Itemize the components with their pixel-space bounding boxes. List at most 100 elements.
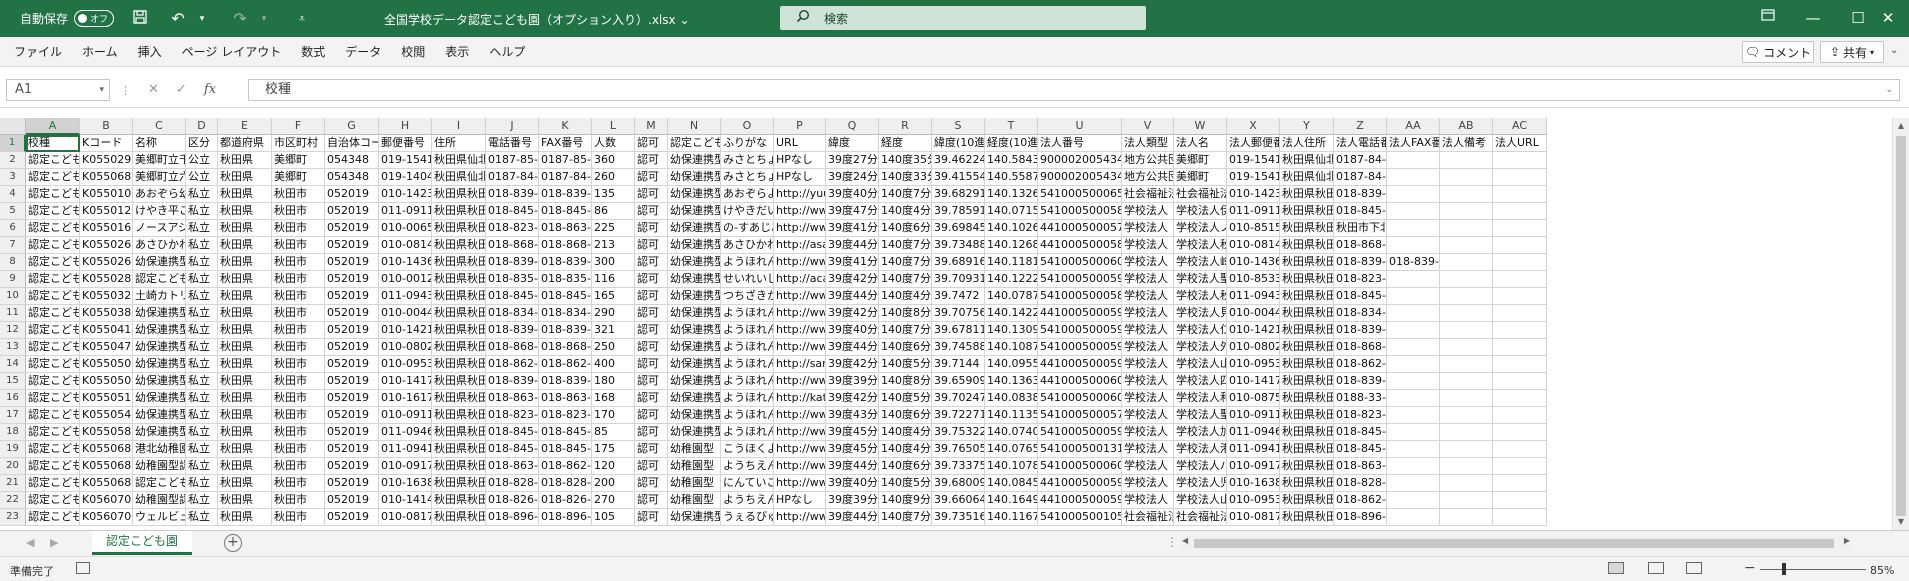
cell[interactable]: 010-1417 <box>1227 373 1280 390</box>
cell[interactable]: 39度41分20 <box>826 254 879 271</box>
cell[interactable]: 秋田県 <box>218 305 272 322</box>
cell[interactable]: 39度45分54 <box>826 441 879 458</box>
cell[interactable]: 区分 <box>186 135 218 152</box>
cell[interactable]: 018-896-6277 <box>486 509 539 526</box>
cell[interactable]: 私立 <box>186 305 218 322</box>
cell[interactable]: 私立 <box>186 220 218 237</box>
cell[interactable] <box>1440 220 1493 237</box>
cell[interactable]: 4410005000594 <box>1038 492 1122 509</box>
cell[interactable]: 86 <box>592 203 635 220</box>
menu-item[interactable]: 数式 <box>301 43 325 60</box>
cell[interactable]: 120 <box>592 458 635 475</box>
cell[interactable]: 010-0012 <box>379 271 432 288</box>
column-header[interactable]: X <box>1227 118 1280 135</box>
cell[interactable]: 学校法人外 <box>1174 339 1227 356</box>
cell[interactable]: 5410005000581 <box>1038 288 1122 305</box>
customize-icon[interactable]: ⩡ <box>290 12 314 26</box>
cell[interactable]: 39.41554167 <box>932 169 985 186</box>
cell[interactable]: 秋田県 <box>218 169 272 186</box>
cell[interactable]: 幼保連携型 <box>668 271 721 288</box>
cell[interactable]: K05501613 <box>80 220 133 237</box>
cell[interactable]: 010-1617 <box>379 390 432 407</box>
cell[interactable]: 学校法人 <box>1122 492 1174 509</box>
cell[interactable]: 010-8515 <box>1227 220 1280 237</box>
cell[interactable] <box>1387 237 1440 254</box>
cell[interactable]: 秋田県 <box>218 509 272 526</box>
cell[interactable]: 018-823-1920 <box>486 407 539 424</box>
cell[interactable]: 39度44分1.5 <box>826 458 879 475</box>
cell[interactable]: 認可 <box>635 135 668 152</box>
cell[interactable]: 010-0817 <box>1227 509 1280 526</box>
scroll-left-icon[interactable]: ◀ <box>1182 536 1188 545</box>
cell[interactable]: 学校法人聖 <box>1174 271 1227 288</box>
cell[interactable]: 認定こども園 <box>26 237 80 254</box>
cell[interactable]: 法人番号 <box>1038 135 1122 152</box>
cell[interactable]: HPなし <box>774 152 826 169</box>
cell[interactable]: 法人電話番号 <box>1334 135 1387 152</box>
cell[interactable]: K05504753 <box>80 339 133 356</box>
cell[interactable]: 人数 <box>592 135 635 152</box>
undo-dropdown-icon[interactable]: ▾ <box>190 14 214 24</box>
cell[interactable]: みさとちょう <box>721 152 774 169</box>
cell[interactable]: 秋田県 <box>218 373 272 390</box>
cell[interactable]: 052019 <box>325 203 379 220</box>
row-header[interactable]: 12 <box>0 322 26 339</box>
cell[interactable] <box>1493 220 1547 237</box>
cell[interactable]: HPなし <box>774 169 826 186</box>
cell[interactable]: 011-0911 <box>379 203 432 220</box>
zoom-slider-knob[interactable] <box>1782 563 1786 575</box>
cell[interactable]: 39度44分06 <box>826 509 879 526</box>
cell[interactable]: 39度39分32 <box>826 373 879 390</box>
cell[interactable]: 私立 <box>186 339 218 356</box>
cell[interactable]: 法人FAX番号 <box>1387 135 1440 152</box>
cell[interactable]: 018-839-5375 <box>1334 186 1387 203</box>
cell[interactable]: 39度40分58 <box>826 186 879 203</box>
cell[interactable]: 018-826-1000 <box>539 492 592 509</box>
cell[interactable]: 018-845-1786 <box>486 288 539 305</box>
cell[interactable]: 010-1421 <box>379 322 432 339</box>
cell[interactable]: ようほれんけ <box>721 424 774 441</box>
cell[interactable]: K05505803 <box>80 424 133 441</box>
cell[interactable]: 幼保連携型認 <box>133 322 186 339</box>
cell[interactable]: 018-863-4228 <box>1334 458 1387 475</box>
cell[interactable]: 認定こども園 <box>26 390 80 407</box>
cell[interactable]: 秋田市 <box>272 237 325 254</box>
formula-bar-grip-icon[interactable]: ⋮ <box>120 84 131 97</box>
cell[interactable]: 39度42分27 <box>826 305 879 322</box>
column-header[interactable]: E <box>218 118 272 135</box>
cell[interactable]: 学校法人 <box>1122 305 1174 322</box>
cell[interactable]: 学校法人 <box>1122 441 1174 458</box>
cell[interactable]: 018-823-7311 <box>1334 271 1387 288</box>
cell[interactable]: 39度47分9.3 <box>826 203 879 220</box>
cell[interactable]: 052019 <box>325 322 379 339</box>
cell[interactable] <box>1440 373 1493 390</box>
cell[interactable] <box>1440 254 1493 271</box>
cell[interactable]: 秋田市 <box>272 305 325 322</box>
cell[interactable]: 学校法人 <box>1122 356 1174 373</box>
cell[interactable]: 140.5587889 <box>985 169 1038 186</box>
cell[interactable]: 秋田県仙北郡 <box>1280 169 1334 186</box>
cell[interactable] <box>1387 356 1440 373</box>
cell[interactable]: 秋田県秋田市 <box>432 390 486 407</box>
cell[interactable]: http://www.k <box>774 203 826 220</box>
cell[interactable]: 認定こども園 <box>26 424 80 441</box>
cell[interactable]: 秋田県秋田市 <box>432 271 486 288</box>
row-header[interactable]: 15 <box>0 373 26 390</box>
cell[interactable]: 私立 <box>186 237 218 254</box>
cell[interactable]: 認定こども園 <box>26 271 80 288</box>
cell[interactable]: 秋田県秋田市 <box>432 356 486 373</box>
cell[interactable]: 秋田県秋田市 <box>1280 458 1334 475</box>
column-header[interactable]: G <box>325 118 379 135</box>
menu-item[interactable]: 挿入 <box>138 43 162 60</box>
cell[interactable]: 39.70247222 <box>932 390 985 407</box>
cell[interactable]: 018-845-0342 <box>1334 441 1387 458</box>
column-header[interactable]: O <box>721 118 774 135</box>
column-header[interactable]: L <box>592 118 635 135</box>
cell[interactable]: 秋田市 <box>272 373 325 390</box>
cell[interactable]: 39度42分33 <box>826 271 879 288</box>
cell[interactable]: 秋田市 <box>272 288 325 305</box>
cell[interactable]: 052019 <box>325 390 379 407</box>
row-header[interactable]: 4 <box>0 186 26 203</box>
cell[interactable]: K05506805 <box>80 169 133 186</box>
cell[interactable]: http://www.k <box>774 254 826 271</box>
